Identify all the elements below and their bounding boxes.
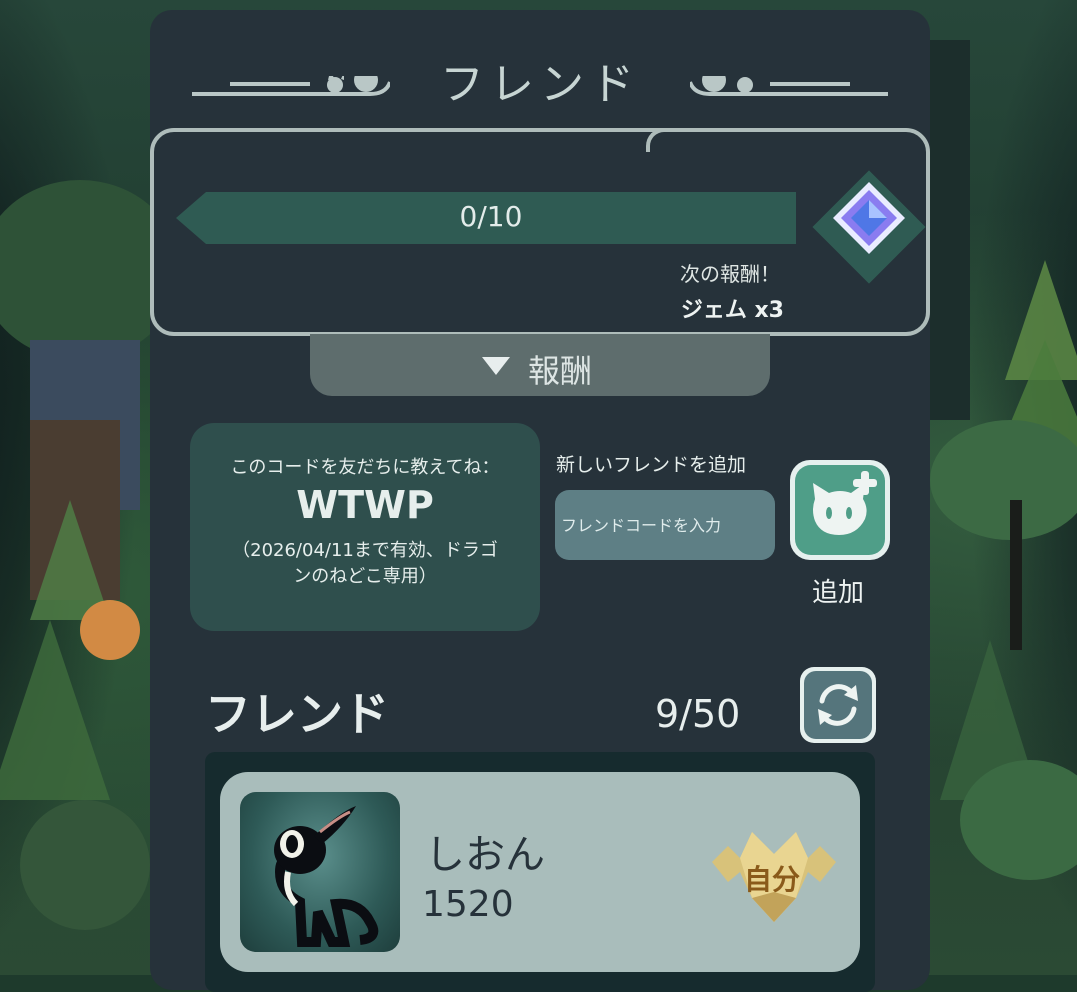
friend-name: しおん	[425, 832, 545, 878]
gem-icon	[812, 170, 926, 284]
add-friend-button[interactable]	[790, 460, 890, 560]
reward-progress-text: 0/10	[459, 200, 523, 233]
friend-code-card: このコードを友だちに教えてね： WTWP （2026/04/11まで有効、ドラゴ…	[190, 423, 540, 631]
friends-panel: フレンド 0/10 次の報酬！ ジェム x3 報酬 このコードを友だちに教えてね…	[150, 10, 930, 992]
code-validity-note: （2026/04/11まで有効、ドラゴンのねどこ専用）	[232, 540, 498, 587]
friends-section-title: フレンド	[205, 687, 389, 741]
next-reward-label: 次の報酬！	[680, 262, 780, 286]
friends-count: 9/50	[655, 692, 741, 736]
refresh-button[interactable]	[800, 667, 876, 743]
self-badge: 自分	[712, 832, 836, 922]
rewards-toggle-tab[interactable]: 報酬	[310, 334, 770, 396]
next-reward-value: ジェム x3	[680, 298, 784, 323]
cat-ornament-right-icon	[690, 76, 888, 96]
friend-code[interactable]: WTWP	[190, 483, 540, 527]
refresh-icon	[818, 684, 858, 726]
code-hint: このコードを友だちに教えてね：	[230, 457, 500, 478]
friend-score: 1520	[422, 884, 514, 925]
add-button-label: 追加	[812, 578, 865, 608]
cat-plus-icon	[813, 471, 877, 535]
add-friend-label: 新しいフレンドを追加	[556, 454, 747, 476]
list-item[interactable]: しおん 1520 自分	[220, 772, 860, 972]
self-badge-label: 自分	[744, 863, 801, 896]
dragon-avatar-icon	[274, 806, 379, 947]
avatar	[240, 792, 400, 952]
panel-header: フレンド	[150, 40, 930, 110]
friend-code-input[interactable]	[555, 490, 775, 560]
rewards-tab-label: 報酬	[528, 352, 593, 390]
triangle-down-icon	[482, 357, 510, 375]
